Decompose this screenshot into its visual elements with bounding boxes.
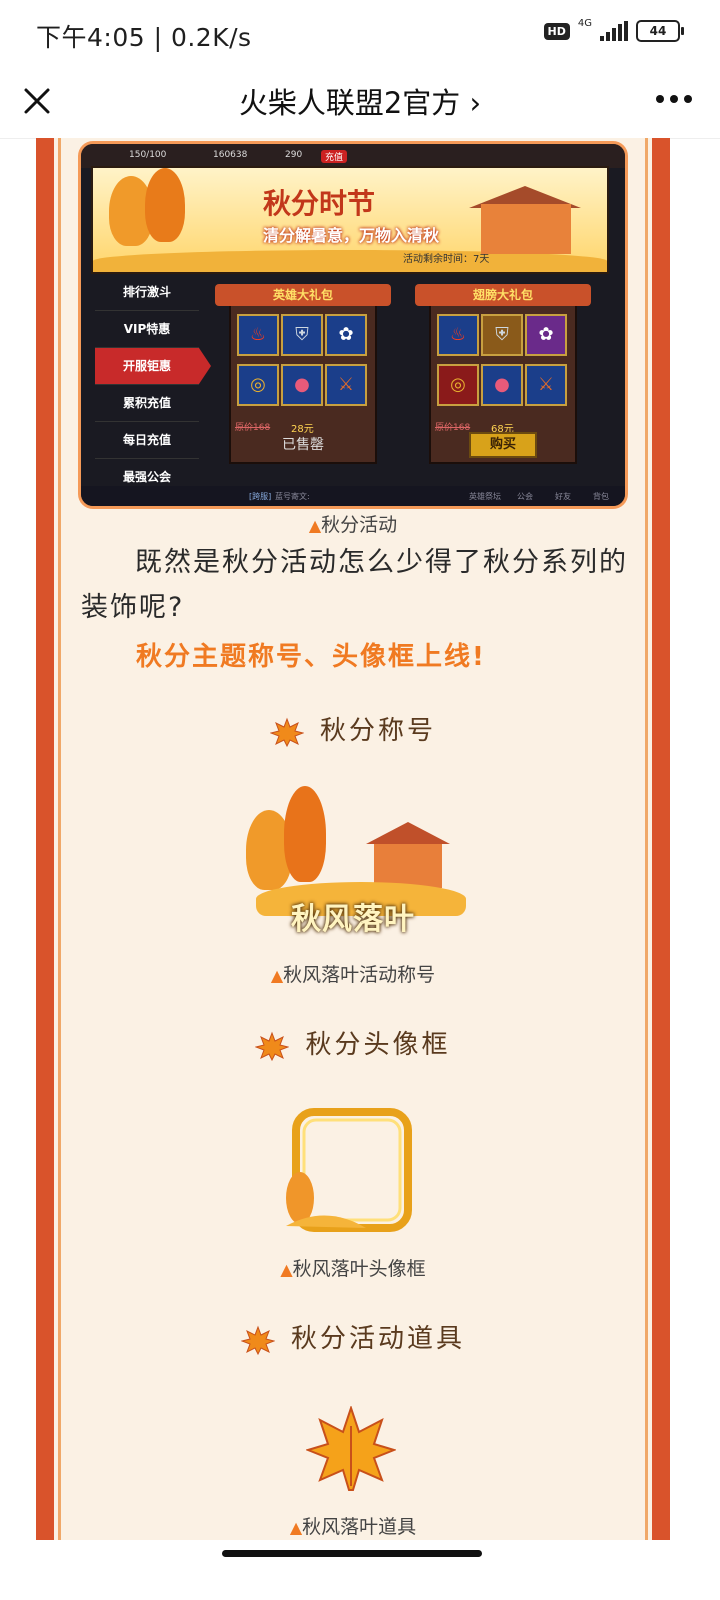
orb-item-icon: ● (481, 364, 523, 406)
sword-item-icon: ⚔ (325, 364, 367, 406)
article-content: 150/100 160638 290 充值 秋分时节 清分解暑意，万物入清秋 活… (36, 138, 670, 1540)
fire-item-icon: ♨ (237, 314, 279, 356)
nav-bar: 火柴人联盟2官方 › (0, 70, 720, 139)
caption-text: 秋风落叶头像框 (292, 1258, 426, 1280)
home-indicator[interactable] (222, 1550, 482, 1557)
flower-item-icon: ✿ (325, 314, 367, 356)
game-menu-item: 累积充值 (95, 385, 199, 422)
maple-leaf-icon (269, 717, 304, 747)
game-menu-item: 排行激斗 (95, 274, 199, 311)
hd-badge: HD (543, 22, 570, 40)
old-price: 原价168 (435, 423, 471, 433)
game-screenshot[interactable]: 150/100 160638 290 充值 秋分时节 清分解暑意，万物入清秋 活… (81, 144, 625, 506)
title-badge-image: 秋风落叶 (236, 786, 476, 946)
image-caption: ▲秋风落叶道具 (36, 1512, 670, 1539)
status-time: 下午4:05 | 0.2K/s (36, 23, 252, 52)
maple-leaf-item-image (306, 1406, 396, 1491)
maple-leaf-icon (255, 1031, 290, 1061)
image-caption: ▲秋风落叶活动称号 (36, 960, 670, 987)
paragraph-text: 既然是秋分活动怎么少得了秋分系列的装饰呢? (81, 547, 628, 623)
game-menu-item-active: 开服钜惠 (95, 348, 211, 385)
banner-title: 秋分时节 (263, 187, 376, 220)
chat-hint: 蓝号寄文: (275, 492, 310, 501)
page-title[interactable]: 火柴人联盟2官方 › (0, 80, 720, 122)
maple-leaf-icon (240, 1325, 275, 1355)
image-caption: ▲秋分活动 (36, 510, 670, 537)
article-paragraph: 既然是秋分活动怎么少得了秋分系列的装饰呢? (81, 540, 631, 630)
tree-icon (145, 168, 185, 242)
triangle-icon: ▲ (280, 1260, 293, 1279)
sword-item-icon: ⚔ (525, 364, 567, 406)
status-indicators: HD 4G 44 (543, 17, 684, 42)
fire-item-icon: ♨ (437, 314, 479, 356)
section-text: 秋分称号 (319, 716, 436, 746)
bottom-tab: 公会 (517, 492, 533, 501)
title-badge-text: 秋风落叶 (291, 902, 415, 937)
battery-icon: 44 (636, 20, 684, 42)
more-icon[interactable] (654, 84, 694, 114)
bottom-tab: 背包 (593, 492, 609, 501)
armor-item-icon: ⛨ (481, 314, 523, 356)
section-heading-frame: 秋分头像框 (36, 1024, 670, 1061)
wing-pack: 翅膀大礼包 ♨ ⛨ ✿ ◎ ● ⚔ 原价168 68元 购买 (415, 284, 591, 464)
house-roof (366, 822, 450, 844)
house-icon (481, 204, 571, 254)
triangle-icon: ▲ (270, 966, 284, 985)
buy-button: 购买 (469, 432, 537, 458)
caption-text: 秋风落叶道具 (302, 1516, 417, 1538)
sold-out-label: 已售罄 (282, 437, 324, 453)
caption-text: 秋风落叶活动称号 (283, 964, 436, 986)
game-menu-item: 每日充值 (95, 422, 199, 459)
bottom-tab: 好友 (555, 492, 571, 501)
section-text: 秋分头像框 (305, 1030, 451, 1060)
ring-item-icon: ◎ (437, 364, 479, 406)
signal-icon (600, 21, 628, 41)
bottom-tab: 英雄祭坛 (469, 492, 501, 501)
section-heading-title: 秋分称号 (36, 710, 670, 747)
game-menu-item: VIP特惠 (95, 311, 199, 348)
section-heading-item: 秋分活动道具 (36, 1318, 670, 1355)
ring-item-icon: ◎ (237, 364, 279, 406)
network-label: 4G (577, 17, 592, 29)
recharge-button: 充值 (321, 150, 348, 163)
pack-price: 28元 (291, 424, 314, 435)
pack-title: 英雄大礼包 (215, 284, 391, 306)
gold-stat: 160638 (213, 150, 248, 160)
game-top-bar: 150/100 160638 290 充值 (81, 144, 625, 168)
game-bottom-bar: [跨服] 蓝号寄文: 英雄祭坛 公会 好友 背包 (81, 486, 625, 506)
highlight-text: 秋分主题称号、头像框上线! (136, 642, 486, 672)
gem-stat: 290 (285, 150, 303, 160)
section-text: 秋分活动道具 (290, 1324, 465, 1354)
banner-timer: 活动剩余时间：7天 (403, 254, 490, 265)
energy-stat: 150/100 (129, 150, 167, 160)
avatar-frame-image (286, 1108, 412, 1232)
flower-item-icon: ✿ (525, 314, 567, 356)
hero-pack: 英雄大礼包 ♨ ⛨ ✿ ◎ ● ⚔ 原价168 28元 已售罄 (215, 284, 391, 464)
pack-title: 翅膀大礼包 (415, 284, 591, 306)
armor-item-icon: ⛨ (281, 314, 323, 356)
house-icon (374, 844, 442, 888)
image-caption: ▲秋风落叶头像框 (36, 1254, 670, 1281)
triangle-icon: ▲ (308, 516, 322, 535)
status-bar: 下午4:05 | 0.2K/s HD 4G 44 (0, 0, 720, 70)
orb-item-icon: ● (281, 364, 323, 406)
game-side-menu: 排行激斗 VIP特惠 开服钜惠 累积充值 每日充值 最强公会 (95, 274, 211, 496)
tree-icon (284, 786, 326, 882)
triangle-icon: ▲ (289, 1518, 303, 1537)
caption-text: 秋分活动 (321, 514, 398, 536)
old-price: 原价168 (235, 423, 271, 433)
banner-subtitle: 清分解暑意，万物入清秋 (263, 226, 440, 245)
chat-channel: [跨服] (249, 492, 272, 501)
autumn-banner: 秋分时节 清分解暑意，万物入清秋 活动剩余时间：7天 (91, 166, 609, 274)
